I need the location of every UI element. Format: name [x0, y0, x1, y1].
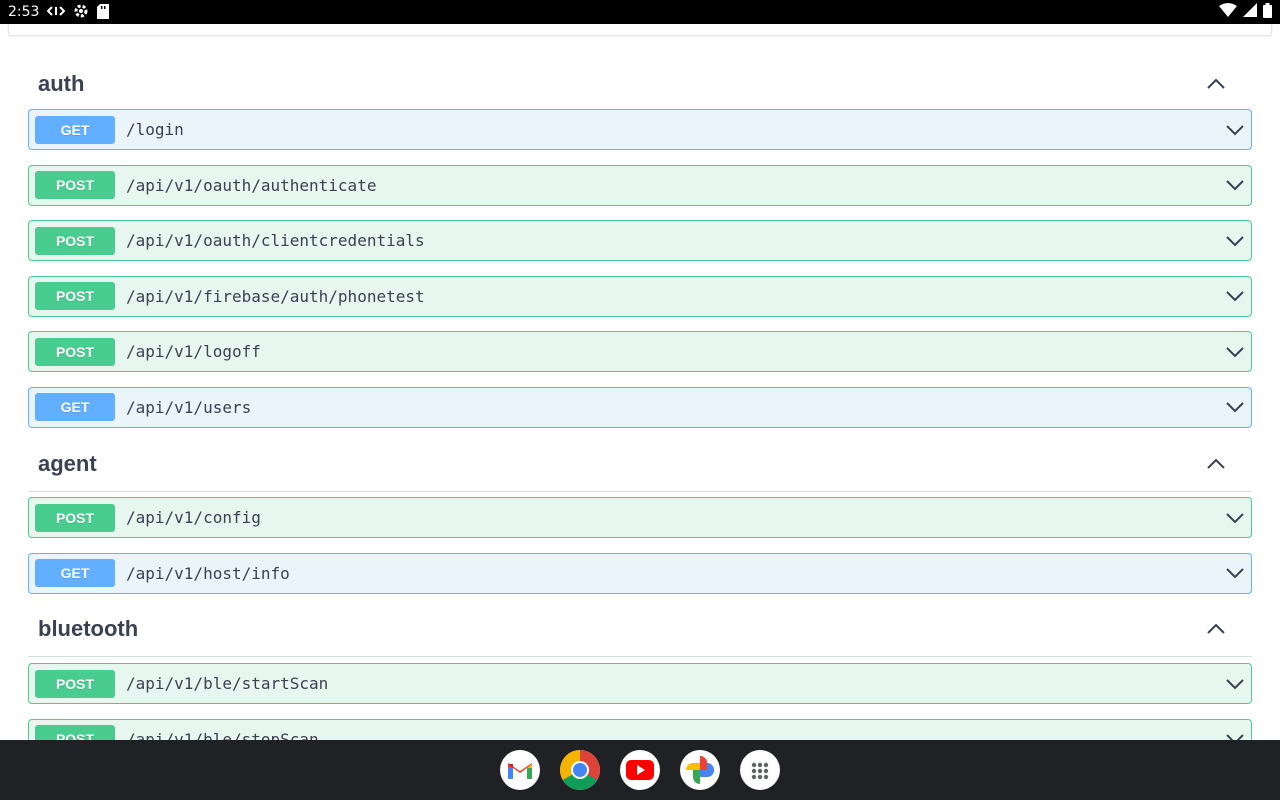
sd-card-icon — [97, 3, 110, 21]
operation-path: /api/v1/config — [126, 508, 261, 527]
section-agent: agent — [28, 436, 1252, 492]
operation-row[interactable]: POST /api/v1/oauth/clientcredentials — [28, 220, 1252, 261]
operation-path: /api/v1/host/info — [126, 563, 290, 583]
operation-row[interactable]: POST /api/v1/ble/stopScan — [28, 718, 1252, 741]
section-title: agent — [38, 450, 97, 476]
operation-row[interactable]: POST /api/v1/config — [28, 497, 1252, 538]
chevron-down-icon[interactable] — [1223, 561, 1247, 585]
gmail-icon[interactable] — [500, 750, 540, 790]
operation-path: /api/v1/ble/startScan — [126, 674, 329, 693]
wifi-icon — [1219, 3, 1237, 21]
chevron-down-icon[interactable] — [1223, 395, 1247, 419]
chevron-down-icon[interactable] — [1223, 672, 1247, 696]
operation-row[interactable]: POST /api/v1/ble/startScan — [28, 663, 1252, 704]
operation-path: /api/v1/ble/stopScan — [126, 729, 319, 741]
settings-icon — [73, 3, 89, 21]
operation-path: /api/v1/logoff — [126, 342, 261, 361]
taskbar — [0, 740, 1280, 800]
operation-path: /api/v1/oauth/authenticate — [126, 175, 377, 195]
section-auth: auth — [28, 56, 1252, 112]
status-bar: 2:53 — [0, 0, 1280, 24]
operation-row[interactable]: GET /api/v1/host/info — [28, 552, 1252, 594]
youtube-icon[interactable] — [620, 750, 660, 790]
method-badge: GET — [35, 559, 115, 587]
status-time: 2:53 — [8, 4, 40, 20]
method-badge: POST — [35, 226, 115, 255]
section-bluetooth: bluetooth — [28, 601, 1252, 657]
chevron-down-icon[interactable] — [1223, 118, 1247, 142]
chevron-down-icon[interactable] — [1223, 284, 1247, 308]
chevron-up-icon[interactable] — [1202, 70, 1230, 98]
photos-icon[interactable] — [680, 750, 720, 790]
operation-path: /api/v1/users — [126, 397, 252, 417]
battery-icon — [1263, 2, 1272, 22]
section-header-agent[interactable]: agent — [28, 436, 1252, 492]
info-card — [8, 24, 1272, 36]
operation-row[interactable]: POST /api/v1/oauth/authenticate — [28, 164, 1252, 206]
operation-path: /login — [126, 120, 184, 139]
operation-path: /api/v1/oauth/clientcredentials — [126, 231, 425, 250]
signal-icon — [1243, 3, 1257, 21]
chrome-icon[interactable] — [560, 750, 600, 790]
operation-row[interactable]: POST /api/v1/firebase/auth/phonetest — [28, 275, 1252, 317]
section-header-auth[interactable]: auth — [28, 56, 1252, 112]
method-badge: POST — [35, 337, 115, 366]
section-title: bluetooth — [38, 615, 139, 641]
section-title: auth — [38, 70, 85, 96]
chevron-down-icon[interactable] — [1223, 340, 1247, 364]
method-badge: POST — [35, 171, 115, 199]
chevron-down-icon[interactable] — [1223, 173, 1247, 197]
operation-path: /api/v1/firebase/auth/phonetest — [126, 286, 425, 306]
code-icon — [47, 5, 66, 19]
chevron-down-icon[interactable] — [1223, 229, 1247, 253]
chevron-up-icon[interactable] — [1202, 615, 1230, 643]
method-badge: POST — [35, 282, 115, 310]
chevron-down-icon[interactable] — [1223, 727, 1247, 740]
section-header-bluetooth[interactable]: bluetooth — [28, 601, 1252, 657]
method-badge: GET — [35, 115, 115, 144]
swagger-content[interactable]: auth GET /login POST /api/v1/oauth/authe… — [0, 24, 1280, 740]
operation-row[interactable]: GET /login — [28, 109, 1252, 150]
chevron-up-icon[interactable] — [1202, 450, 1230, 478]
method-badge: GET — [35, 393, 115, 421]
operation-row[interactable]: GET /api/v1/users — [28, 386, 1252, 428]
chevron-down-icon[interactable] — [1223, 506, 1247, 530]
operation-row[interactable]: POST /api/v1/logoff — [28, 331, 1252, 372]
method-badge: POST — [35, 503, 115, 532]
method-badge: POST — [35, 669, 115, 698]
method-badge: POST — [35, 725, 115, 740]
app-drawer-icon[interactable] — [740, 750, 780, 790]
